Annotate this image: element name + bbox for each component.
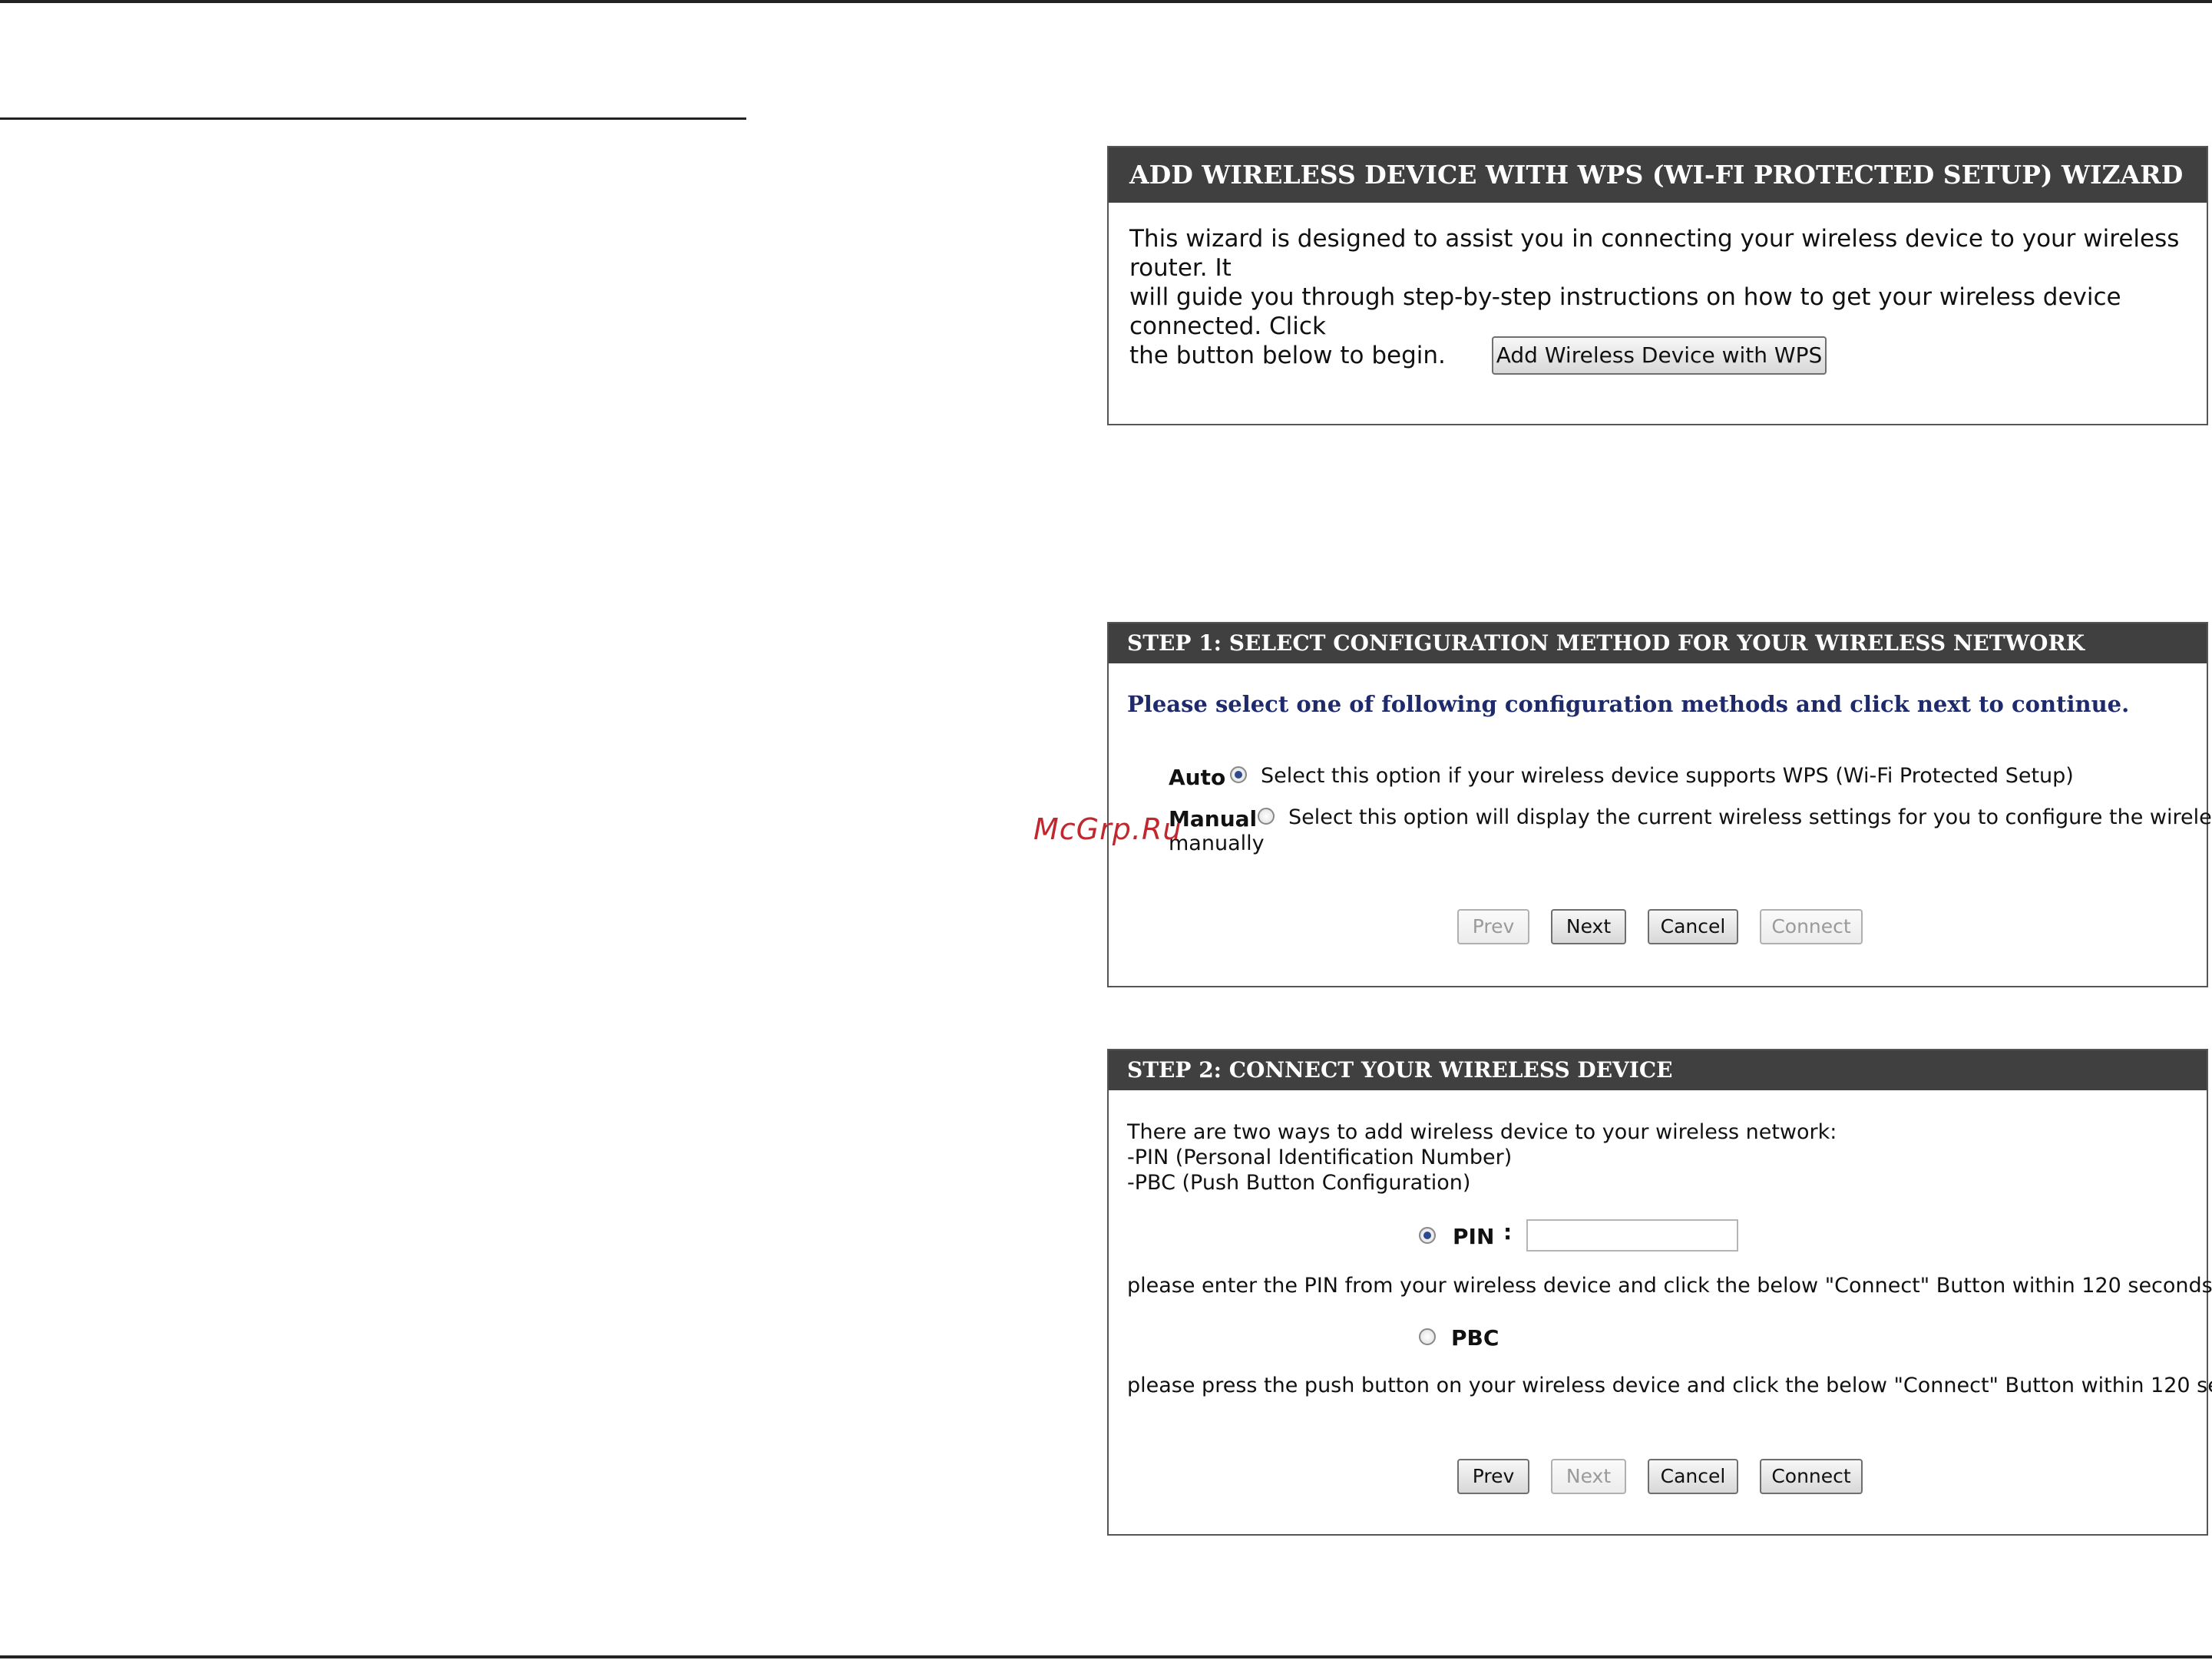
auto-label: Auto: [1169, 765, 1226, 790]
section-underline: [0, 117, 746, 120]
add-wireless-device-button[interactable]: Add Wireless Device with WPS: [1492, 336, 1827, 375]
watermark: McGrp.Ru: [1033, 812, 1182, 846]
cancel-button[interactable]: Cancel: [1648, 909, 1738, 944]
cancel-button[interactable]: Cancel: [1648, 1459, 1738, 1494]
step1-title: STEP 1: SELECT CONFIGURATION METHOD FOR …: [1109, 623, 2207, 663]
connect-button[interactable]: Connect: [1760, 909, 1863, 944]
connect-button[interactable]: Connect: [1760, 1459, 1863, 1494]
manual-description-cont: manually: [1169, 832, 1265, 855]
pin-radio[interactable]: [1419, 1227, 1436, 1244]
auto-description: Select this option if your wireless devi…: [1261, 764, 2074, 788]
auto-radio[interactable]: [1230, 766, 1247, 783]
step1-lead: Please select one of following configura…: [1127, 691, 2130, 717]
pin-separator: :: [1503, 1219, 1513, 1245]
pbc-help-text: please press the push button on your wir…: [1127, 1374, 2212, 1397]
step2-intro-line: There are two ways to add wireless devic…: [1127, 1120, 1837, 1144]
step2-intro-line: -PIN (Personal Identification Number): [1127, 1146, 1513, 1169]
step1-panel: STEP 1: SELECT CONFIGURATION METHOD FOR …: [1107, 622, 2212, 987]
manual-radio[interactable]: [1258, 808, 1275, 825]
step2-panel: STEP 2: CONNECT YOUR WIRELESS DEVICE The…: [1107, 1049, 2212, 1536]
step2-intro-line: -PBC (Push Button Configuration): [1127, 1171, 1471, 1195]
wps-wizard-title: ADD WIRELESS DEVICE WITH WPS (WI-FI PROT…: [1109, 147, 2207, 203]
pin-label: PIN: [1453, 1224, 1495, 1249]
wps-wizard-panel: ADD WIRELESS DEVICE WITH WPS (WI-FI PROT…: [1107, 146, 2208, 425]
next-button[interactable]: Next: [1551, 1459, 1626, 1494]
intro-line: This wizard is designed to assist you in…: [1129, 225, 2180, 282]
intro-line: will guide you through step-by-step inst…: [1129, 283, 2121, 340]
pin-input[interactable]: [1526, 1219, 1738, 1252]
pbc-radio[interactable]: [1419, 1328, 1436, 1345]
manual-description: Select this option will display the curr…: [1288, 805, 2212, 829]
pin-help-text: please enter the PIN from your wireless …: [1127, 1274, 2212, 1298]
step2-title: STEP 2: CONNECT YOUR WIRELESS DEVICE: [1109, 1050, 2207, 1090]
next-button[interactable]: Next: [1551, 909, 1626, 944]
top-rule: [0, 0, 2212, 3]
bottom-rule: [0, 1655, 2212, 1658]
pbc-label: PBC: [1451, 1325, 1499, 1351]
prev-button[interactable]: Prev: [1457, 1459, 1529, 1494]
prev-button[interactable]: Prev: [1457, 909, 1529, 944]
